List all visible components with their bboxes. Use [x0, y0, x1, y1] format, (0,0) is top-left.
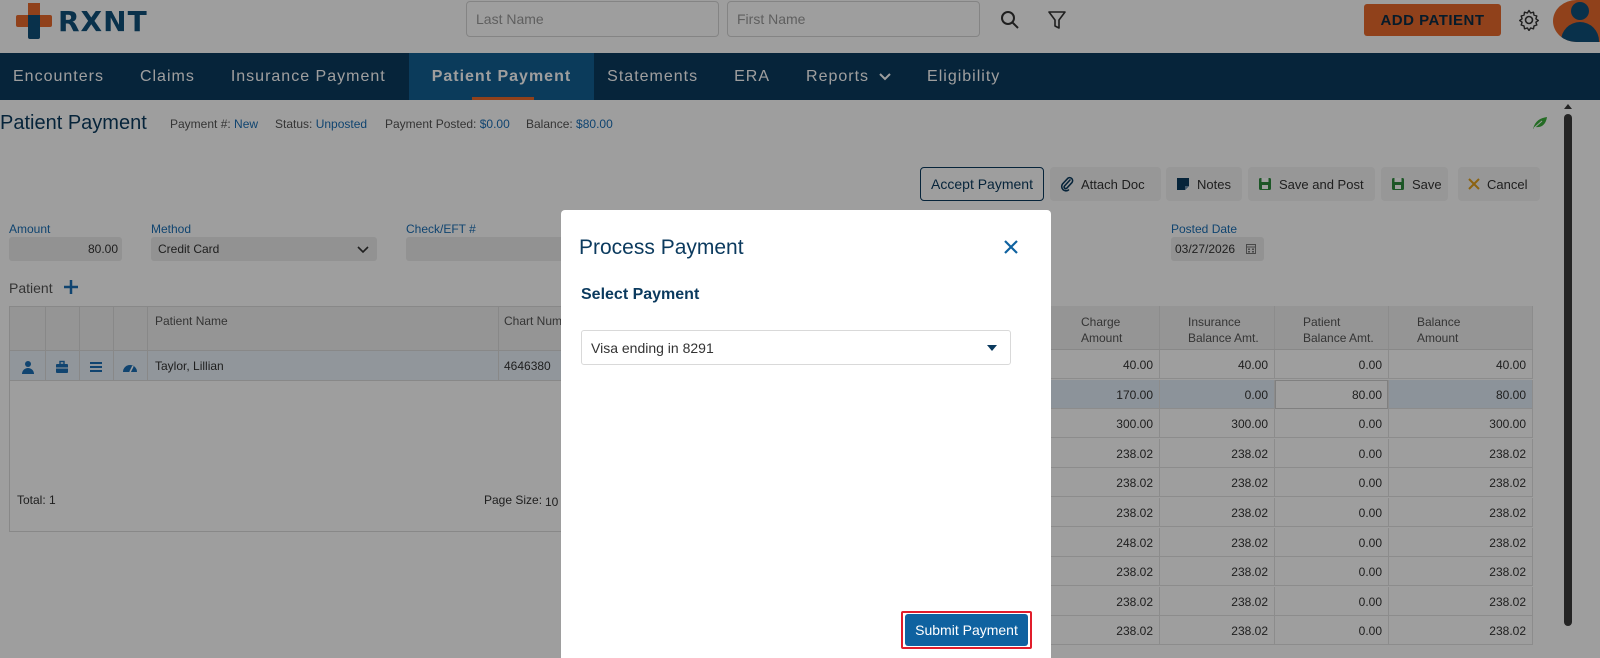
caret-down-icon: [987, 345, 997, 351]
close-icon[interactable]: [1001, 237, 1021, 257]
process-payment-modal: Process Payment Select Payment Visa endi…: [561, 210, 1051, 658]
select-payment-heading: Select Payment: [581, 286, 700, 303]
modal-title: Process Payment: [579, 236, 744, 259]
selected-payment-value: Visa ending in 8291: [591, 339, 714, 356]
payment-method-select[interactable]: Visa ending in 8291: [581, 330, 1011, 365]
submit-payment-button[interactable]: Submit Payment: [905, 614, 1028, 646]
